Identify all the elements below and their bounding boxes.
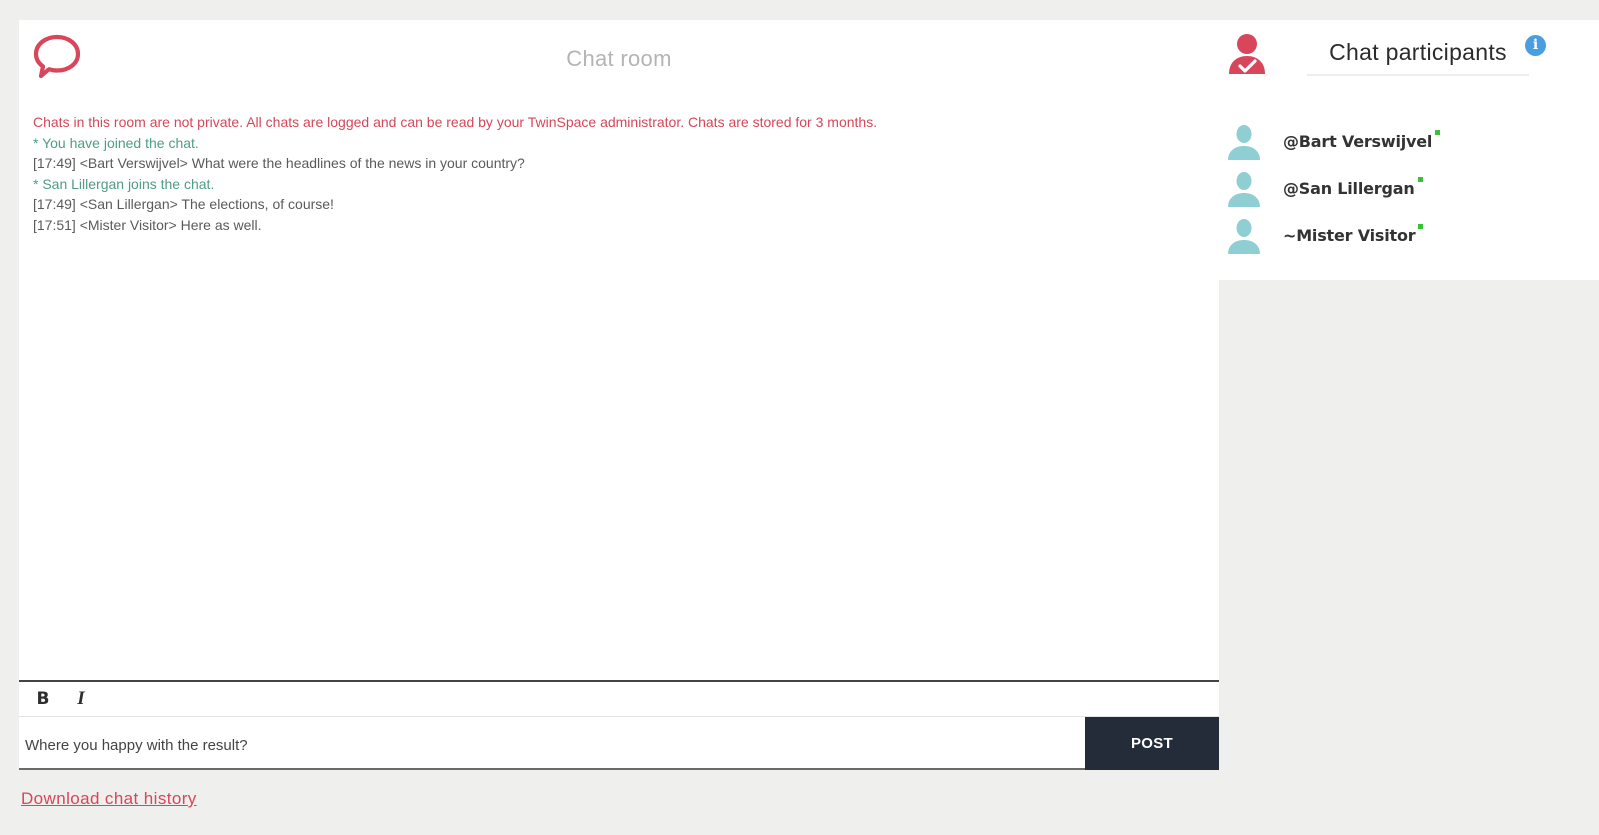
chat-title: Chat room [566, 46, 672, 71]
participant-name: @Bart Verswijvel [1283, 130, 1441, 151]
participant-name-text: @San Lillergan [1283, 179, 1415, 198]
download-chat-history-link[interactable]: Download chat history [21, 789, 197, 809]
participant-name: ~Mister Visitor [1283, 224, 1424, 245]
online-status-dot [1435, 130, 1441, 135]
chat-message: Chats in this room are not private. All … [33, 114, 878, 130]
user-silhouette-icon [1228, 172, 1260, 207]
chat-message: * You have joined the chat. [33, 134, 199, 151]
participant-name-text: @Bart Verswijvel [1283, 132, 1433, 151]
chat-message: [17:51] <Mister Visitor> Here as well. [33, 216, 262, 233]
bold-button[interactable]: B [29, 689, 57, 709]
chat-message: [17:49] <Bart Verswijvel> What were the … [33, 155, 525, 172]
user-silhouette-icon [1228, 219, 1260, 254]
participant-name: @San Lillergan [1283, 177, 1423, 198]
participants-title: Chat participants [1307, 39, 1529, 76]
chat-message: * San Lillergan joins the chat. [33, 175, 215, 192]
message-composer: B I POST [19, 680, 1219, 770]
participant-name-text: ~Mister Visitor [1283, 226, 1416, 245]
italic-button[interactable]: I [67, 688, 95, 710]
participants-panel: Chat participants i @Bart Verswijvel @San… [1215, 20, 1599, 280]
online-status-dot [1417, 177, 1423, 182]
post-button[interactable]: POST [1085, 717, 1219, 770]
message-input[interactable] [23, 722, 1061, 768]
format-toolbar: B I [19, 682, 1219, 717]
user-check-icon [1229, 34, 1265, 74]
chat-header: Chat room [19, 20, 1219, 98]
chat-room-panel: Chat room Chats in this room are not pri… [19, 20, 1219, 680]
chat-log: Chats in this room are not private. All … [33, 112, 1205, 236]
user-silhouette-icon [1228, 125, 1260, 160]
online-status-dot [1418, 224, 1424, 229]
info-icon[interactable]: i [1525, 35, 1546, 56]
chat-message: [17:49] <San Lillergan> The elections, o… [33, 196, 334, 213]
